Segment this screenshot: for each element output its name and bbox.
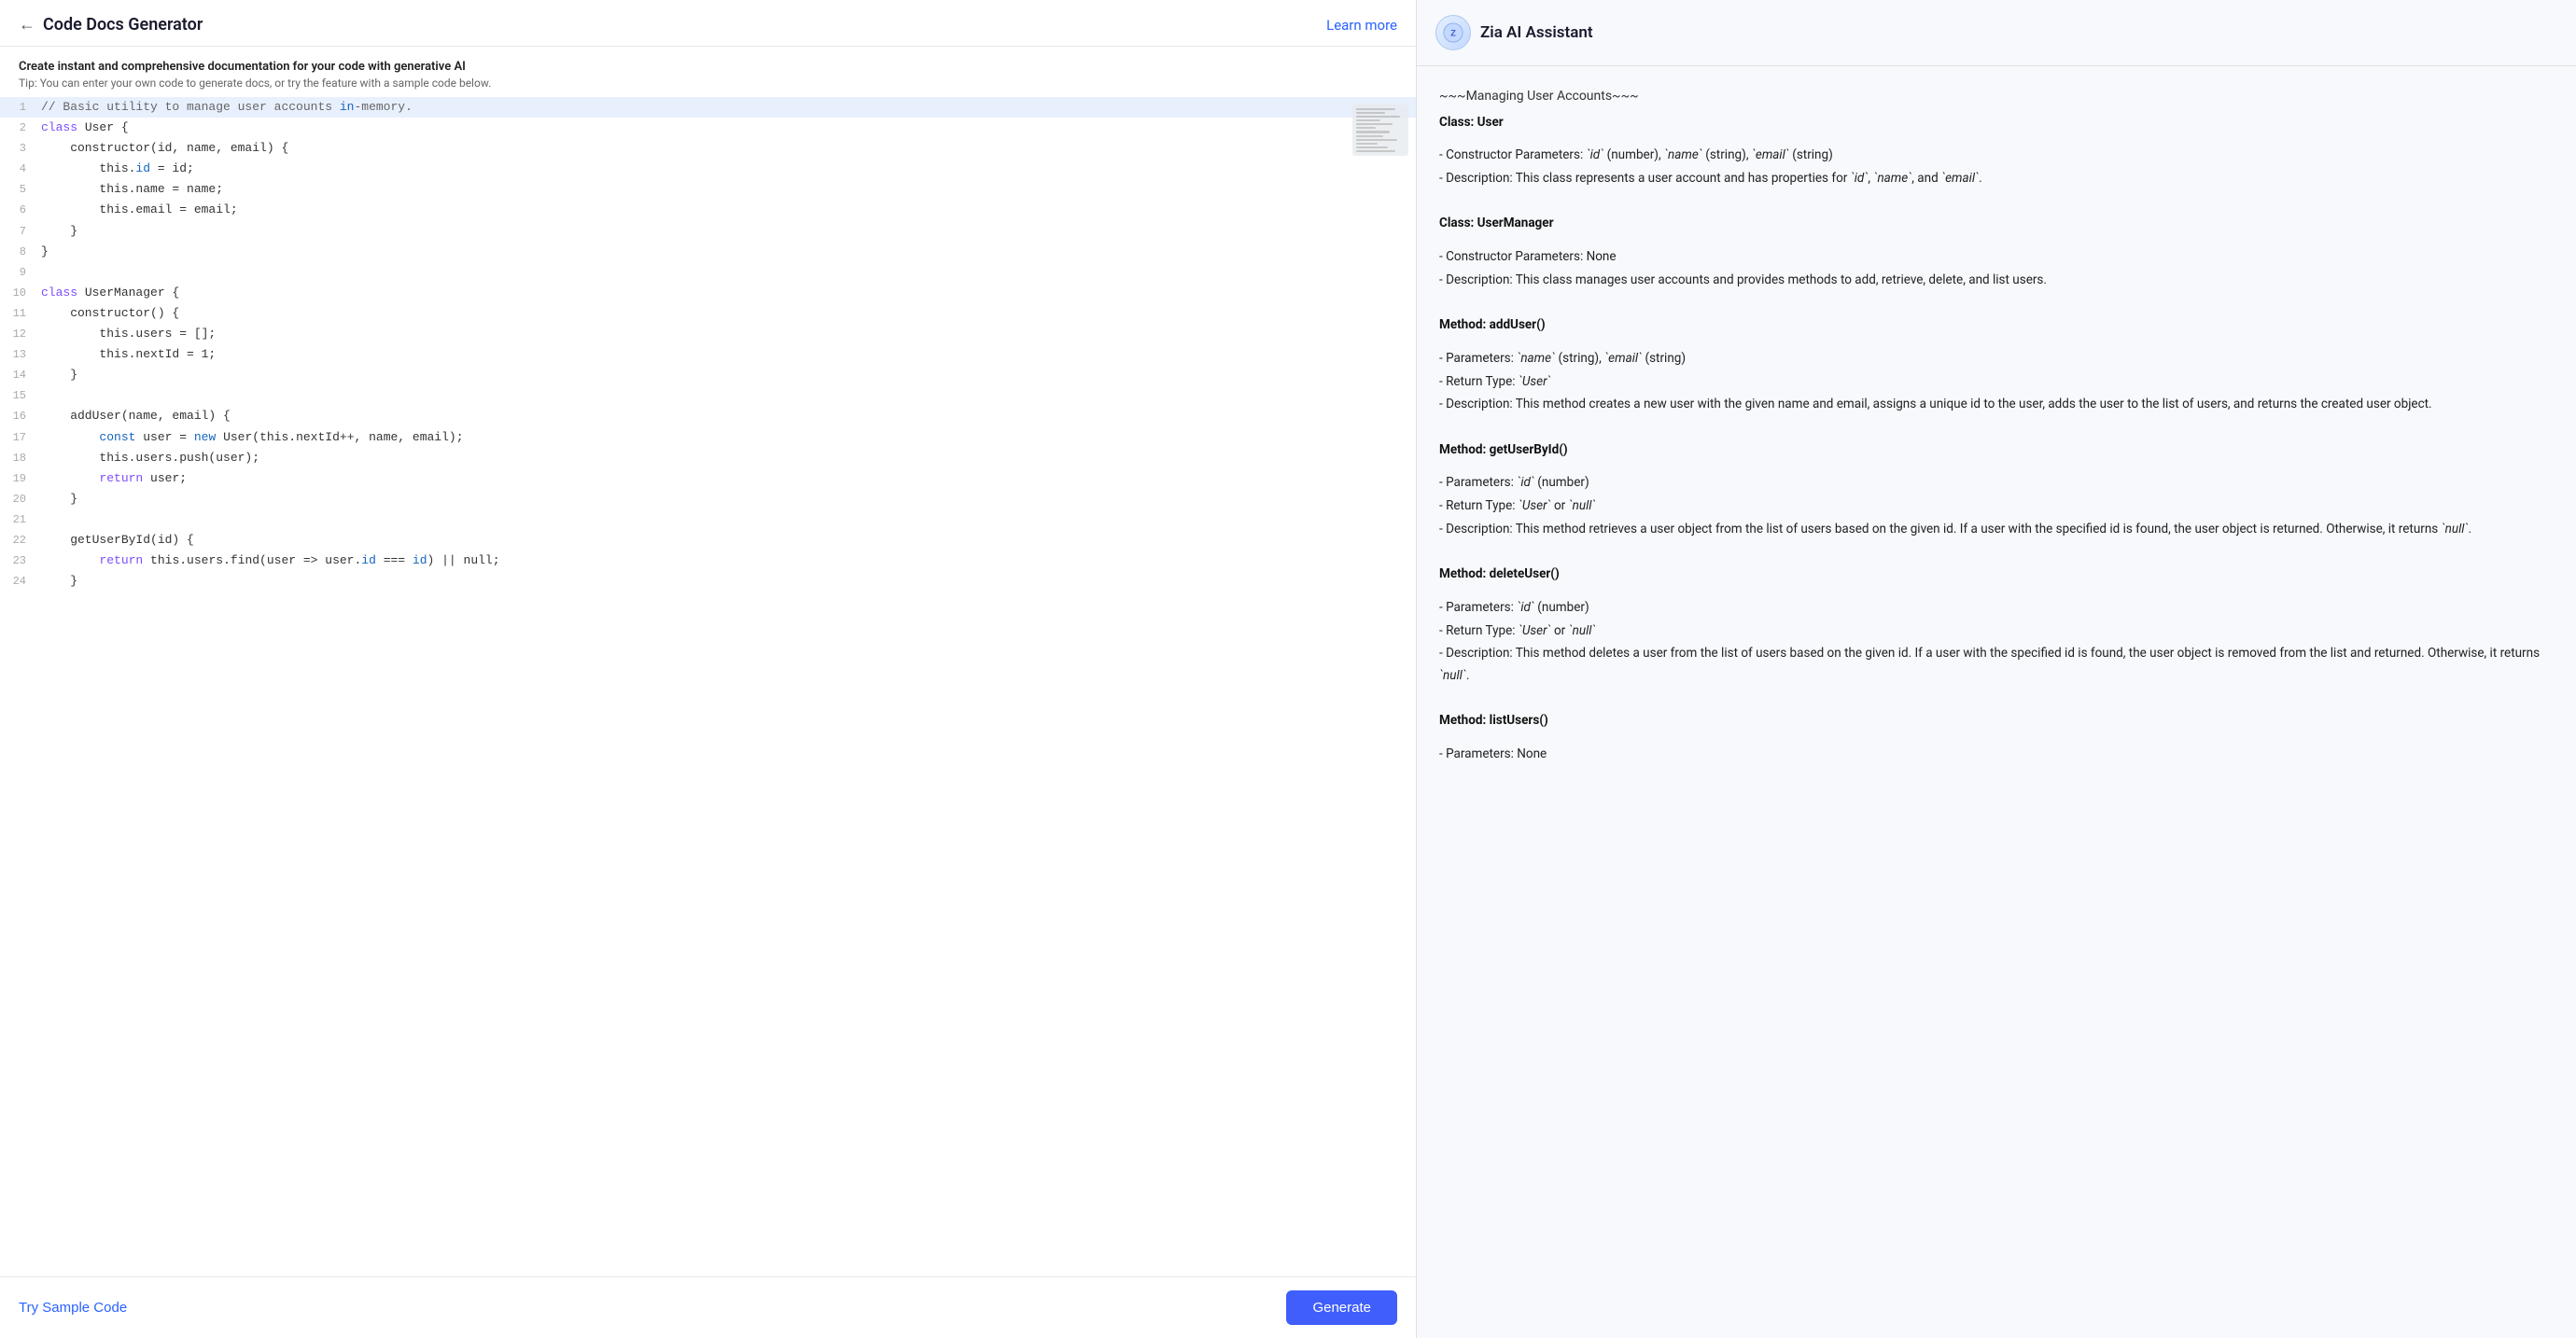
ai-content[interactable]: ~~~Managing User Accounts~~~ Class: User… <box>1417 66 2576 1338</box>
code-line: 12 this.users = []; <box>0 324 1416 344</box>
try-sample-button[interactable]: Try Sample Code <box>19 1296 127 1319</box>
class-usermanager-item-0: - Constructor Parameters: None <box>1439 246 2554 269</box>
code-line: 11 constructor() { <box>0 303 1416 324</box>
code-line: 4 this.id = id; <box>0 159 1416 179</box>
code-line: 10 class UserManager { <box>0 283 1416 303</box>
code-line: 14 } <box>0 365 1416 385</box>
code-line: 2 class User { <box>0 118 1416 138</box>
ai-header: Z Zia AI Assistant <box>1417 0 2576 66</box>
learn-more-link[interactable]: Learn more <box>1326 17 1397 34</box>
code-line: 18 this.users.push(user); <box>0 448 1416 468</box>
back-button[interactable]: ← <box>19 17 35 34</box>
method-adduser-item-0: - Parameters: `name` (string), `email` (… <box>1439 348 2554 370</box>
method-adduser-title: Method: addUser() <box>1439 314 2554 337</box>
ai-title: Zia AI Assistant <box>1480 23 1593 42</box>
code-line: 23 return this.users.find(user => user.i… <box>0 551 1416 571</box>
right-panel: Z Zia AI Assistant ~~~Managing User Acco… <box>1417 0 2576 1338</box>
code-editor[interactable]: 1 // Basic utility to manage user accoun… <box>0 97 1416 592</box>
method-getuserbyid-item-0: - Parameters: `id` (number) <box>1439 472 2554 495</box>
subtitle-main: Create instant and comprehensive documen… <box>19 60 1397 74</box>
managing-title: ~~~Managing User Accounts~~~ <box>1439 85 2554 108</box>
code-line: 21 <box>0 509 1416 530</box>
method-listusers-title: Method: listUsers() <box>1439 710 2554 732</box>
method-getuserbyid-item-2: - Description: This method retrieves a u… <box>1439 519 2554 541</box>
method-getuserbyid-item-1: - Return Type: `User` or `null` <box>1439 495 2554 518</box>
code-thumbnail <box>1352 105 1408 156</box>
class-user-item-1: - Description: This class represents a u… <box>1439 168 2554 190</box>
method-listusers-item-0: - Parameters: None <box>1439 744 2554 766</box>
code-line: 1 // Basic utility to manage user accoun… <box>0 97 1416 118</box>
bottom-bar: Try Sample Code Generate <box>0 1276 1416 1338</box>
code-line: 13 this.nextId = 1; <box>0 344 1416 365</box>
code-line: 3 constructor(id, name, email) { <box>0 138 1416 159</box>
code-line: 9 <box>0 262 1416 283</box>
code-line: 17 const user = new User(this.nextId++, … <box>0 427 1416 448</box>
left-panel: ← Code Docs Generator Learn more Create … <box>0 0 1417 1338</box>
header-left: ← Code Docs Generator <box>19 15 203 35</box>
code-line: 24 } <box>0 571 1416 592</box>
code-line: 16 addUser(name, email) { <box>0 406 1416 426</box>
app-title: Code Docs Generator <box>43 15 203 35</box>
app-header: ← Code Docs Generator Learn more <box>0 0 1416 47</box>
code-line: 8 } <box>0 242 1416 262</box>
method-deleteuser-item-2: - Description: This method deletes a use… <box>1439 643 2554 687</box>
subtitle-section: Create instant and comprehensive documen… <box>0 47 1416 97</box>
code-line: 7 } <box>0 221 1416 242</box>
code-editor-area[interactable]: 1 // Basic utility to manage user accoun… <box>0 97 1416 1276</box>
code-line: 20 } <box>0 489 1416 509</box>
subtitle-tip: Tip: You can enter your own code to gene… <box>19 77 1397 90</box>
class-user-title: Class: User <box>1439 112 2554 134</box>
code-line: 15 <box>0 385 1416 406</box>
svg-text:Z: Z <box>1450 29 1456 38</box>
code-line: 5 this.name = name; <box>0 179 1416 200</box>
class-usermanager-item-1: - Description: This class manages user a… <box>1439 270 2554 292</box>
code-line: 6 this.email = email; <box>0 200 1416 220</box>
zia-avatar: Z <box>1435 15 1471 50</box>
code-line: 19 return user; <box>0 468 1416 489</box>
method-adduser-item-2: - Description: This method creates a new… <box>1439 394 2554 416</box>
method-adduser-item-1: - Return Type: `User` <box>1439 371 2554 394</box>
class-usermanager-title: Class: UserManager <box>1439 213 2554 235</box>
method-deleteuser-item-1: - Return Type: `User` or `null` <box>1439 620 2554 643</box>
code-line: 22 getUserById(id) { <box>0 530 1416 551</box>
method-deleteuser-item-0: - Parameters: `id` (number) <box>1439 597 2554 620</box>
generate-button[interactable]: Generate <box>1286 1290 1397 1325</box>
method-deleteuser-title: Method: deleteUser() <box>1439 564 2554 586</box>
class-user-item-0: - Constructor Parameters: `id` (number),… <box>1439 145 2554 167</box>
method-getuserbyid-title: Method: getUserById() <box>1439 439 2554 462</box>
